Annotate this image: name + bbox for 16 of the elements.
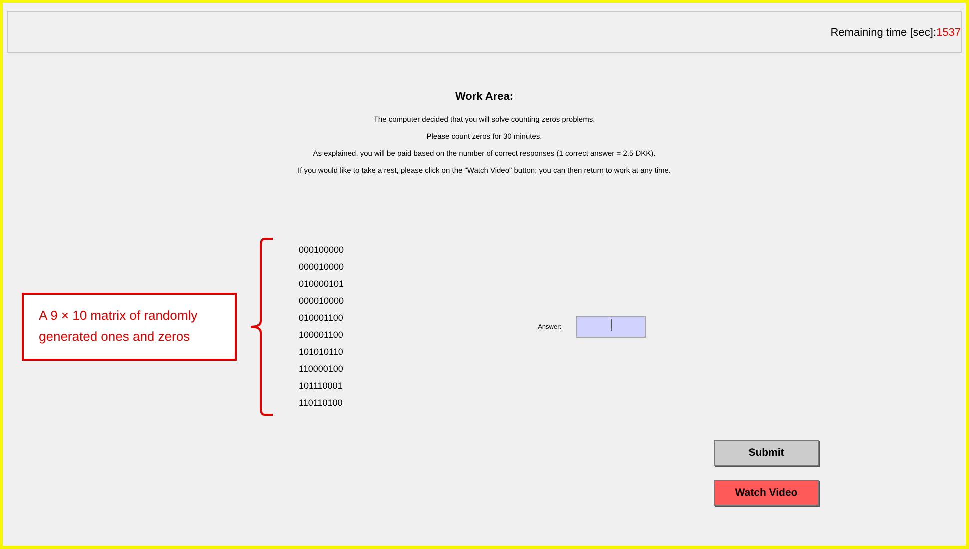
watch-video-button[interactable]: Watch Video [714, 480, 819, 506]
matrix-row-text: 010000101 [299, 278, 344, 291]
matrix-row-text: 110110100 [299, 397, 344, 410]
matrix-row-text: 000010000 [299, 260, 344, 274]
annotation-box: A 9 × 10 matrix of randomly generated ones and zeros [22, 293, 237, 361]
remaining-time: Remaining time [sec]:1537 [830, 27, 961, 39]
matrix-row-text: 010001100 [299, 312, 344, 325]
matrix-row-text: 100001100 [299, 329, 344, 342]
work-area-title: Work Area: [455, 91, 514, 103]
matrix-row-text: 000010000 [299, 294, 344, 308]
matrix-row-text: 101010110 [299, 346, 344, 360]
matrix-row-text: 000100000 [299, 244, 344, 257]
matrix-row-text: 110000100 [299, 363, 344, 376]
matrix-row-text: 101110001 [299, 380, 344, 394]
submit-button[interactable]: Submit [714, 440, 819, 466]
answer-field[interactable] [576, 316, 646, 338]
